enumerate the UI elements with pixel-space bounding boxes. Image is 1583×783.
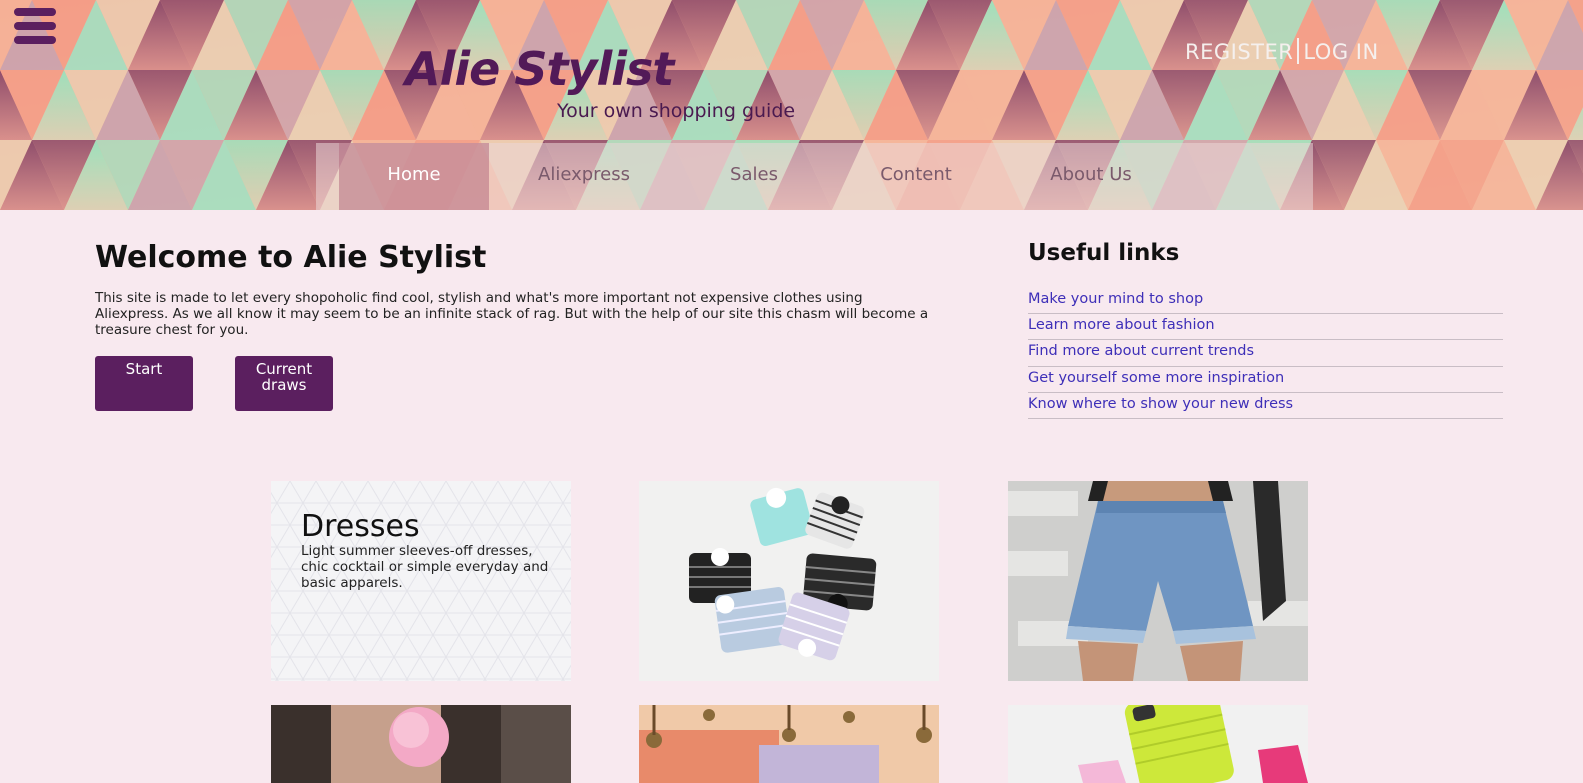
hamburger-menu-icon[interactable] bbox=[14, 8, 56, 46]
jewelry-photo bbox=[639, 705, 939, 783]
denim-shorts-image[interactable] bbox=[1008, 481, 1308, 681]
useful-link[interactable]: Learn more about fashion bbox=[1028, 317, 1215, 333]
useful-links-list: Make your mind to shop Learn more about … bbox=[1028, 288, 1503, 419]
page-title: Welcome to Alie Stylist bbox=[95, 240, 487, 275]
current-draws-label-line2: draws bbox=[261, 376, 307, 394]
site-logo[interactable]: Alie Stylist bbox=[405, 42, 674, 96]
dresses-tile[interactable]: Dresses Light summer sleeves-off dresses… bbox=[271, 481, 571, 681]
current-draws-label-line1: Current bbox=[255, 360, 313, 378]
tile-title: Dresses bbox=[301, 509, 420, 544]
list-item: Find more about current trends bbox=[1028, 340, 1503, 367]
list-item: Learn more about fashion bbox=[1028, 314, 1503, 341]
list-item: Get yourself some more inspiration bbox=[1028, 367, 1503, 393]
useful-link[interactable]: Make your mind to shop bbox=[1028, 291, 1203, 307]
jewelry-image[interactable] bbox=[639, 705, 939, 783]
current-draws-button[interactable]: Current draws bbox=[235, 356, 333, 411]
nav-item-home[interactable]: Home bbox=[339, 143, 489, 210]
phone-case-photo bbox=[1008, 705, 1308, 783]
nav-item-about-us[interactable]: About Us bbox=[1031, 143, 1151, 210]
auth-divider bbox=[1297, 38, 1300, 64]
pompom-shoes-photo bbox=[271, 705, 571, 783]
useful-link[interactable]: Know where to show your new dress bbox=[1028, 396, 1293, 412]
tile-description: Light summer sleeves-off dresses, chic c… bbox=[301, 543, 549, 591]
login-link[interactable]: LOG IN bbox=[1303, 40, 1378, 64]
list-item: Make your mind to shop bbox=[1028, 288, 1503, 315]
nav-item-aliexpress[interactable]: Aliexpress bbox=[519, 143, 649, 210]
useful-link[interactable]: Find more about current trends bbox=[1028, 343, 1254, 359]
useful-link[interactable]: Get yourself some more inspiration bbox=[1028, 370, 1284, 386]
register-link[interactable]: REGISTER bbox=[1185, 40, 1293, 64]
pompom-shoes-image[interactable] bbox=[271, 705, 571, 783]
nav-item-sales[interactable]: Sales bbox=[704, 143, 804, 210]
phone-case-image[interactable] bbox=[1008, 705, 1308, 783]
tshirts-image[interactable] bbox=[639, 481, 939, 681]
header-banner: Alie Stylist Your own shopping guide REG… bbox=[0, 0, 1583, 210]
folded-tshirts-photo bbox=[639, 481, 939, 681]
main-nav: Home Aliexpress Sales Content About Us bbox=[316, 143, 1313, 210]
start-button[interactable]: Start bbox=[95, 356, 193, 411]
denim-shorts-photo bbox=[1008, 481, 1308, 681]
site-tagline: Your own shopping guide bbox=[557, 100, 796, 122]
auth-links: REGISTER LOG IN bbox=[1185, 38, 1379, 64]
nav-item-content[interactable]: Content bbox=[861, 143, 971, 210]
intro-text: This site is made to let every shopoholi… bbox=[95, 290, 929, 338]
list-item: Know where to show your new dress bbox=[1028, 393, 1503, 419]
useful-links-title: Useful links bbox=[1028, 240, 1180, 266]
